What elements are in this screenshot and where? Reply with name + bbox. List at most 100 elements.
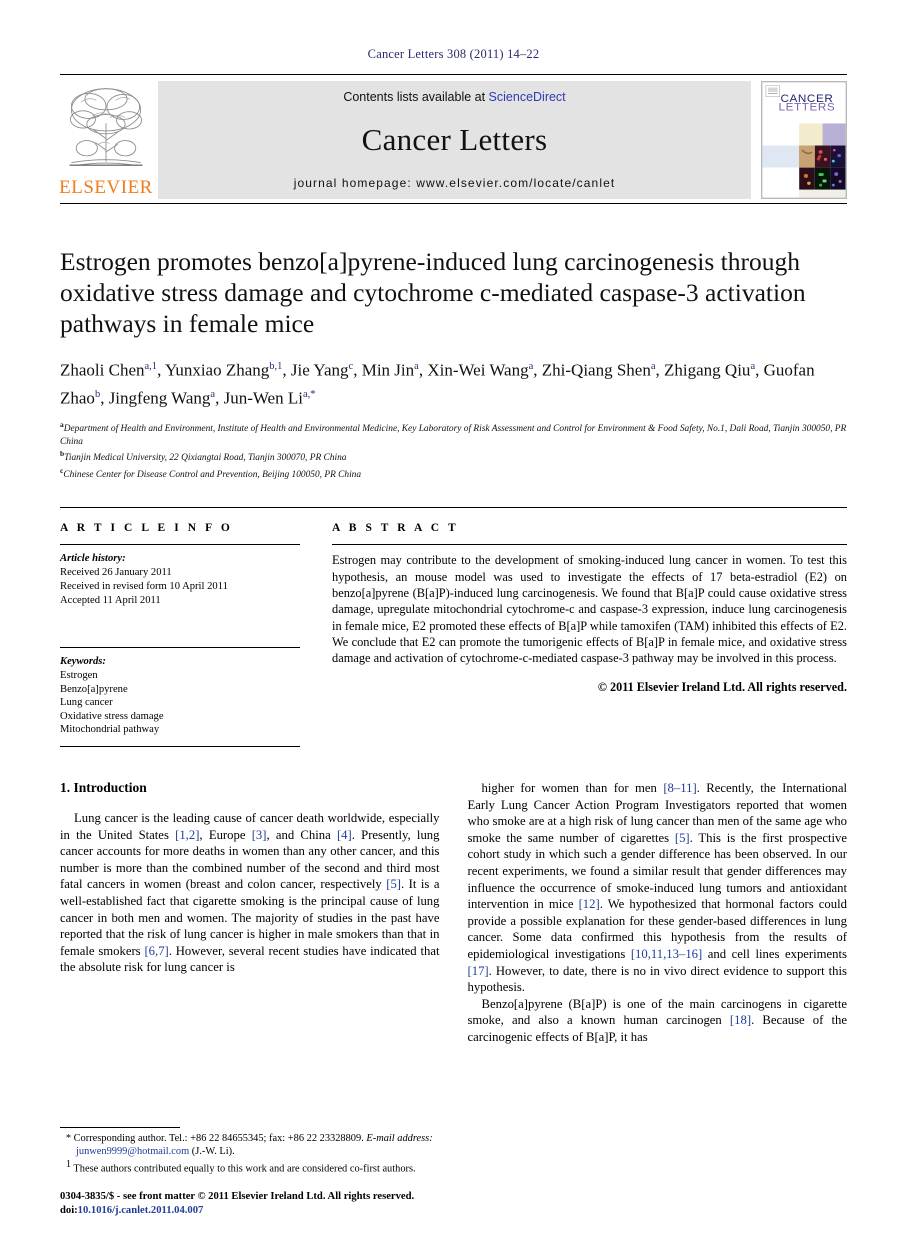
masthead-bottom-rule <box>60 203 847 204</box>
author-name: Xin-Wei Wang <box>427 360 529 380</box>
author-affiliation-mark: c <box>348 361 354 372</box>
abstract-copyright: © 2011 Elsevier Ireland Ltd. All rights … <box>597 680 847 695</box>
equal-contribution-mark: 1 <box>66 1159 71 1171</box>
journal-banner: Contents lists available at ScienceDirec… <box>158 81 751 199</box>
affiliation-text: Tianjin Medical University, 22 Qixiangta… <box>64 453 347 464</box>
body-column-left: 1. Introduction Lung cancer is the leadi… <box>60 780 440 1046</box>
elsevier-wordmark: ELSEVIER <box>59 177 153 198</box>
masthead: ELSEVIER Contents lists available at Sci… <box>59 75 847 203</box>
imprint-block: 0304-3835/$ - see front matter © 2011 El… <box>60 1190 414 1218</box>
author-affiliation-mark: b <box>94 388 101 400</box>
keyword-item: Benzo[a]pyrene <box>60 683 128 695</box>
elsevier-logo: ELSEVIER <box>59 81 153 199</box>
article-info-column: A R T I C L E I N F O Article history: R… <box>60 522 322 748</box>
intro-paragraph-right-2: Benzo[a]pyrene (B[a]P) is one of the mai… <box>467 996 848 1044</box>
email-link[interactable]: junwen9999@hotmail.com <box>76 1146 189 1157</box>
affiliation-list: aDepartment of Health and Environment, I… <box>60 419 847 481</box>
author-name: Zhi-Qiang Shen <box>541 360 651 380</box>
article-info-rule <box>60 544 300 546</box>
body-columns: 1. Introduction Lung cancer is the leadi… <box>60 780 847 1046</box>
article-history-label: Article history: <box>60 553 126 565</box>
affiliation-item: aDepartment of Health and Environment, I… <box>60 419 847 448</box>
author-name: Jie Yang <box>290 360 349 380</box>
keyword-item: Lung cancer <box>60 697 113 709</box>
author-name: Zhigang Qiu <box>664 360 751 380</box>
citation-ref[interactable]: [10,11,13–16] <box>631 947 702 961</box>
keywords-label: Keywords: <box>60 656 106 668</box>
article-info-heading: A R T I C L E I N F O <box>60 522 233 535</box>
author-name: Yunxiao Zhang <box>164 360 270 380</box>
issn-frontmatter-line: 0304-3835/$ - see front matter © 2011 El… <box>60 1191 415 1202</box>
article-history-lines: Received 26 January 2011 Received in rev… <box>60 566 300 607</box>
journal-title: Cancer Letters <box>361 122 548 157</box>
history-line: Received in revised form 10 April 2011 <box>60 580 228 592</box>
equal-contribution-text: These authors contributed equally to thi… <box>73 1163 416 1175</box>
article-content: Estrogen promotes benzo[a]pyrene-induced… <box>0 246 907 1046</box>
citation-ref[interactable]: [5] <box>675 831 690 845</box>
author-name: Jun-Wen Li <box>223 388 303 408</box>
affiliation-item: cChinese Center for Disease Control and … <box>60 465 847 482</box>
author-affiliation-mark: a <box>650 361 656 372</box>
body-column-right: higher for women than for men [8–11]. Re… <box>468 780 848 1046</box>
abstract-heading: A B S T R A C T <box>332 522 459 535</box>
masthead-region: ELSEVIER Contents lists available at Sci… <box>0 74 907 204</box>
equal-contribution-footnote: 1 These authors contributed equally to t… <box>60 1158 455 1176</box>
citation-ref[interactable]: [17] <box>468 964 489 978</box>
author-name: Min Jin <box>361 360 415 380</box>
history-line: Accepted 11 April 2011 <box>60 594 161 606</box>
keyword-item: Oxidative stress damage <box>60 710 164 722</box>
doi-prefix: doi: <box>60 1205 78 1216</box>
info-abstract-row: A R T I C L E I N F O Article history: R… <box>60 507 847 748</box>
citation-ref[interactable]: [6,7] <box>144 944 168 958</box>
journal-article-page: Cancer Letters 308 (2011) 14–22 ELSEVIER… <box>0 0 907 1238</box>
corresponding-author-mark: * <box>66 1132 71 1144</box>
author-affiliation-mark: a <box>414 361 419 372</box>
footnotes: * Corresponding author. Tel.: +86 22 846… <box>60 1126 455 1176</box>
page-title: Estrogen promotes benzo[a]pyrene-induced… <box>60 247 806 338</box>
contents-available-line: Contents lists available at ScienceDirec… <box>343 90 565 104</box>
author-name: Zhaoli Chen <box>60 360 145 380</box>
author-affiliation-mark: b,1 <box>269 361 283 372</box>
author-affiliation-mark: a,* <box>302 388 316 400</box>
abstract-text: Estrogen may contribute to the developme… <box>332 553 847 666</box>
keywords-rule-bottom <box>60 746 300 748</box>
keyword-item: Mitochondrial pathway <box>60 724 160 736</box>
citation-ref[interactable]: [12] <box>579 897 600 911</box>
corresponding-author-footnote: * Corresponding author. Tel.: +86 22 846… <box>60 1132 455 1158</box>
sciencedirect-link[interactable]: ScienceDirect <box>489 90 566 104</box>
cover-artwork: CANCER LETTERS <box>762 82 846 198</box>
citation-ref[interactable]: [1,2] <box>175 828 199 842</box>
citation-ref[interactable]: [5] <box>386 877 401 891</box>
author-affiliation-mark: a,1 <box>144 361 158 372</box>
abstract-rule <box>332 544 847 546</box>
author-list: Zhaoli Chena,1, Yunxiao Zhangb,1, Jie Ya… <box>60 360 815 408</box>
affiliation-item: bTianjin Medical University, 22 Qixiangt… <box>60 448 847 465</box>
keywords-block: Keywords: Estrogen Benzo[a]pyrene Lung c… <box>60 647 300 748</box>
footnote-rule <box>60 1126 180 1128</box>
elsevier-tree-icon <box>69 88 143 166</box>
svg-text:LETTERS: LETTERS <box>779 102 836 114</box>
doi-link[interactable]: 10.1016/j.canlet.2011.04.007 <box>78 1205 204 1216</box>
author-affiliation-mark: a <box>750 361 756 372</box>
contents-prefix: Contents lists available at <box>343 90 489 104</box>
affiliation-text: Chinese Center for Disease Control and P… <box>63 469 362 480</box>
intro-paragraph-left: Lung cancer is the leading cause of canc… <box>60 811 440 975</box>
citation-ref[interactable]: [18] <box>730 1013 751 1027</box>
citation-ref[interactable]: [8–11] <box>663 781 696 795</box>
citation-ref[interactable]: [4] <box>337 828 352 842</box>
running-head: Cancer Letters 308 (2011) 14–22 <box>367 47 540 61</box>
author-affiliation-mark: a <box>528 361 534 372</box>
journal-cover-thumbnail: CANCER LETTERS <box>761 81 847 199</box>
affiliation-text: Department of Health and Environment, In… <box>60 424 847 447</box>
keyword-item: Estrogen <box>60 670 98 682</box>
author-affiliation-mark: a <box>210 388 216 400</box>
doi-line: doi:10.1016/j.canlet.2011.04.007 <box>60 1204 414 1218</box>
journal-homepage[interactable]: journal homepage: www.elsevier.com/locat… <box>294 176 616 190</box>
history-line: Received 26 January 2011 <box>60 567 172 579</box>
citation-ref[interactable]: [3] <box>252 828 267 842</box>
author-name: Jingfeng Wang <box>108 388 211 408</box>
abstract-column: A B S T R A C T Estrogen may contribute … <box>322 522 847 747</box>
intro-paragraph-right-1: higher for women than for men [8–11]. Re… <box>467 781 848 995</box>
keywords-rule-top <box>60 647 300 649</box>
email-owner: (J.-W. Li). <box>191 1146 235 1158</box>
